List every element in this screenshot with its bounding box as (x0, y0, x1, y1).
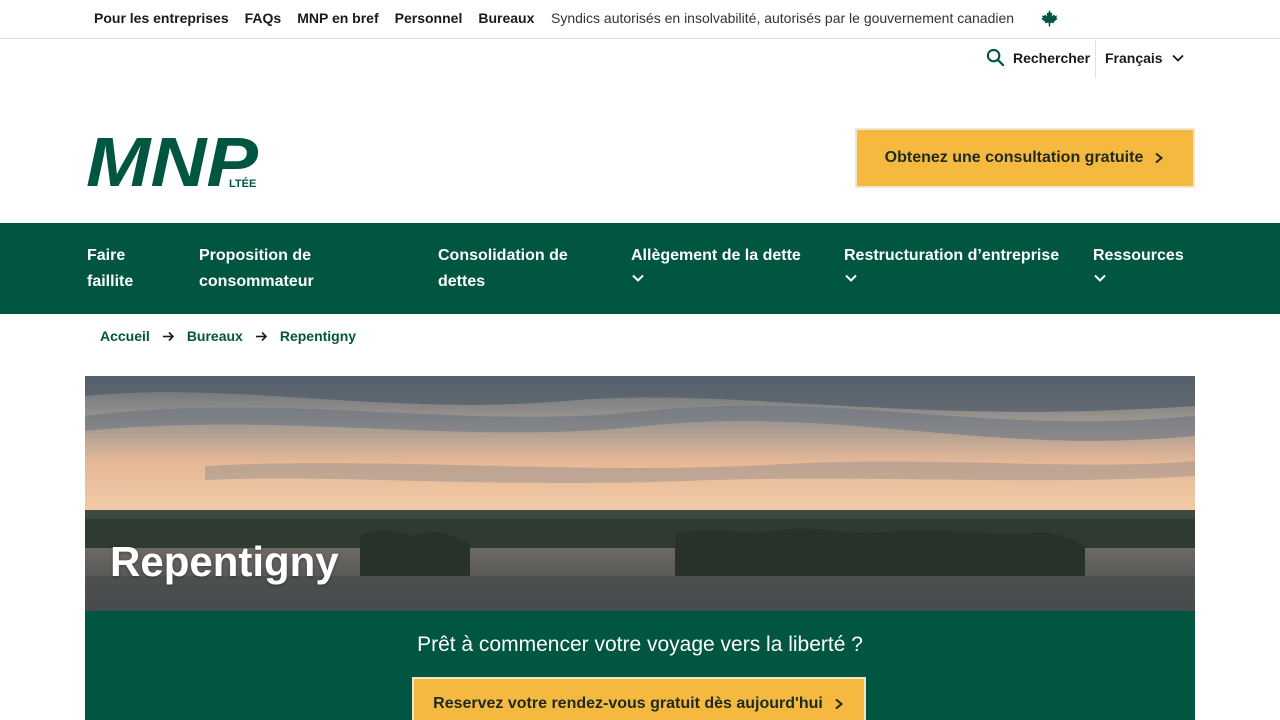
utility-link-mnp-en-bref[interactable]: MNP en bref (297, 10, 378, 26)
breadcrumb-repentigny[interactable]: Repentigny (280, 328, 356, 344)
cta-band: Prêt à commencer votre voyage vers la li… (85, 611, 1195, 720)
utility-links: Pour les entreprises FAQs MNP en bref Pe… (94, 10, 534, 26)
chevron-right-icon (835, 698, 843, 710)
search-label: Rechercher (1013, 49, 1091, 66)
arrow-right-icon (162, 331, 174, 341)
nav-label: Ressources (1093, 247, 1184, 264)
nav-label: faillite (87, 273, 134, 290)
utility-link-personnel[interactable]: Personnel (395, 10, 463, 26)
chevron-down-icon (1171, 54, 1184, 62)
language-divider (1095, 40, 1096, 78)
free-consultation-button[interactable]: Obtenez une consultation gratuite (855, 128, 1195, 188)
trustee-statement: Syndics autorisés en insolvabilité, auto… (551, 10, 1015, 26)
arrow-right-icon (255, 331, 267, 341)
main-nav: Faire faillite Proposition de consommate… (0, 223, 1280, 314)
cta-band-text: Prêt à commencer votre voyage vers la li… (417, 633, 863, 656)
breadcrumb: Accueil Bureaux Repentigny (100, 328, 356, 344)
nav-item-consolidation-dettes[interactable]: Consolidation de dettes (438, 243, 568, 295)
book-appointment-label: Reservez votre rendez-vous gratuit dès a… (433, 695, 823, 712)
nav-label: Allègement de la dette (631, 247, 801, 264)
breadcrumb-accueil[interactable]: Accueil (100, 328, 150, 344)
nav-label: Faire (87, 247, 126, 264)
utility-link-faqs[interactable]: FAQs (245, 10, 282, 26)
utility-bar: Pour les entreprises FAQs MNP en bref Pe… (0, 0, 1280, 39)
nav-label: Proposition de (199, 247, 311, 264)
language-selector[interactable]: Français (1105, 50, 1185, 66)
nav-item-allegement-dette[interactable]: Allègement de la dette (631, 243, 801, 285)
utility-link-bureaux[interactable]: Bureaux (478, 10, 534, 26)
search-button[interactable]: Rechercher (986, 48, 1090, 67)
nav-item-ressources[interactable]: Ressources (1093, 243, 1184, 285)
nav-item-restructuration-entreprise[interactable]: Restructuration d’entreprise (844, 243, 1059, 285)
nav-item-faire-faillite[interactable]: Faire faillite (87, 243, 133, 295)
maple-leaf-icon (1041, 9, 1058, 27)
nav-item-proposition-consommateur[interactable]: Proposition de consommateur (199, 243, 314, 295)
nav-label: Consolidation de (438, 247, 568, 264)
chevron-down-icon (632, 274, 644, 282)
chevron-down-icon (1094, 274, 1106, 282)
language-label: Français (1105, 50, 1163, 66)
utility-link-entreprises[interactable]: Pour les entreprises (94, 10, 229, 26)
page-title: Repentigny (110, 538, 339, 585)
book-appointment-button[interactable]: Reservez votre rendez-vous gratuit dès a… (412, 677, 866, 720)
nav-label: consommateur (199, 273, 314, 290)
nav-label: Restructuration d’entreprise (844, 247, 1060, 264)
chevron-down-icon (845, 274, 857, 282)
free-consultation-label: Obtenez une consultation gratuite (884, 149, 1144, 166)
hero-banner: Repentigny (85, 376, 1195, 611)
breadcrumb-bureaux[interactable]: Bureaux (187, 328, 243, 344)
mnp-logo[interactable]: MNP LTÉE (86, 130, 261, 188)
search-icon (986, 48, 1005, 67)
logo-suffix: LTÉE (229, 177, 256, 188)
nav-label: dettes (438, 273, 486, 290)
chevron-right-icon (1155, 152, 1164, 164)
